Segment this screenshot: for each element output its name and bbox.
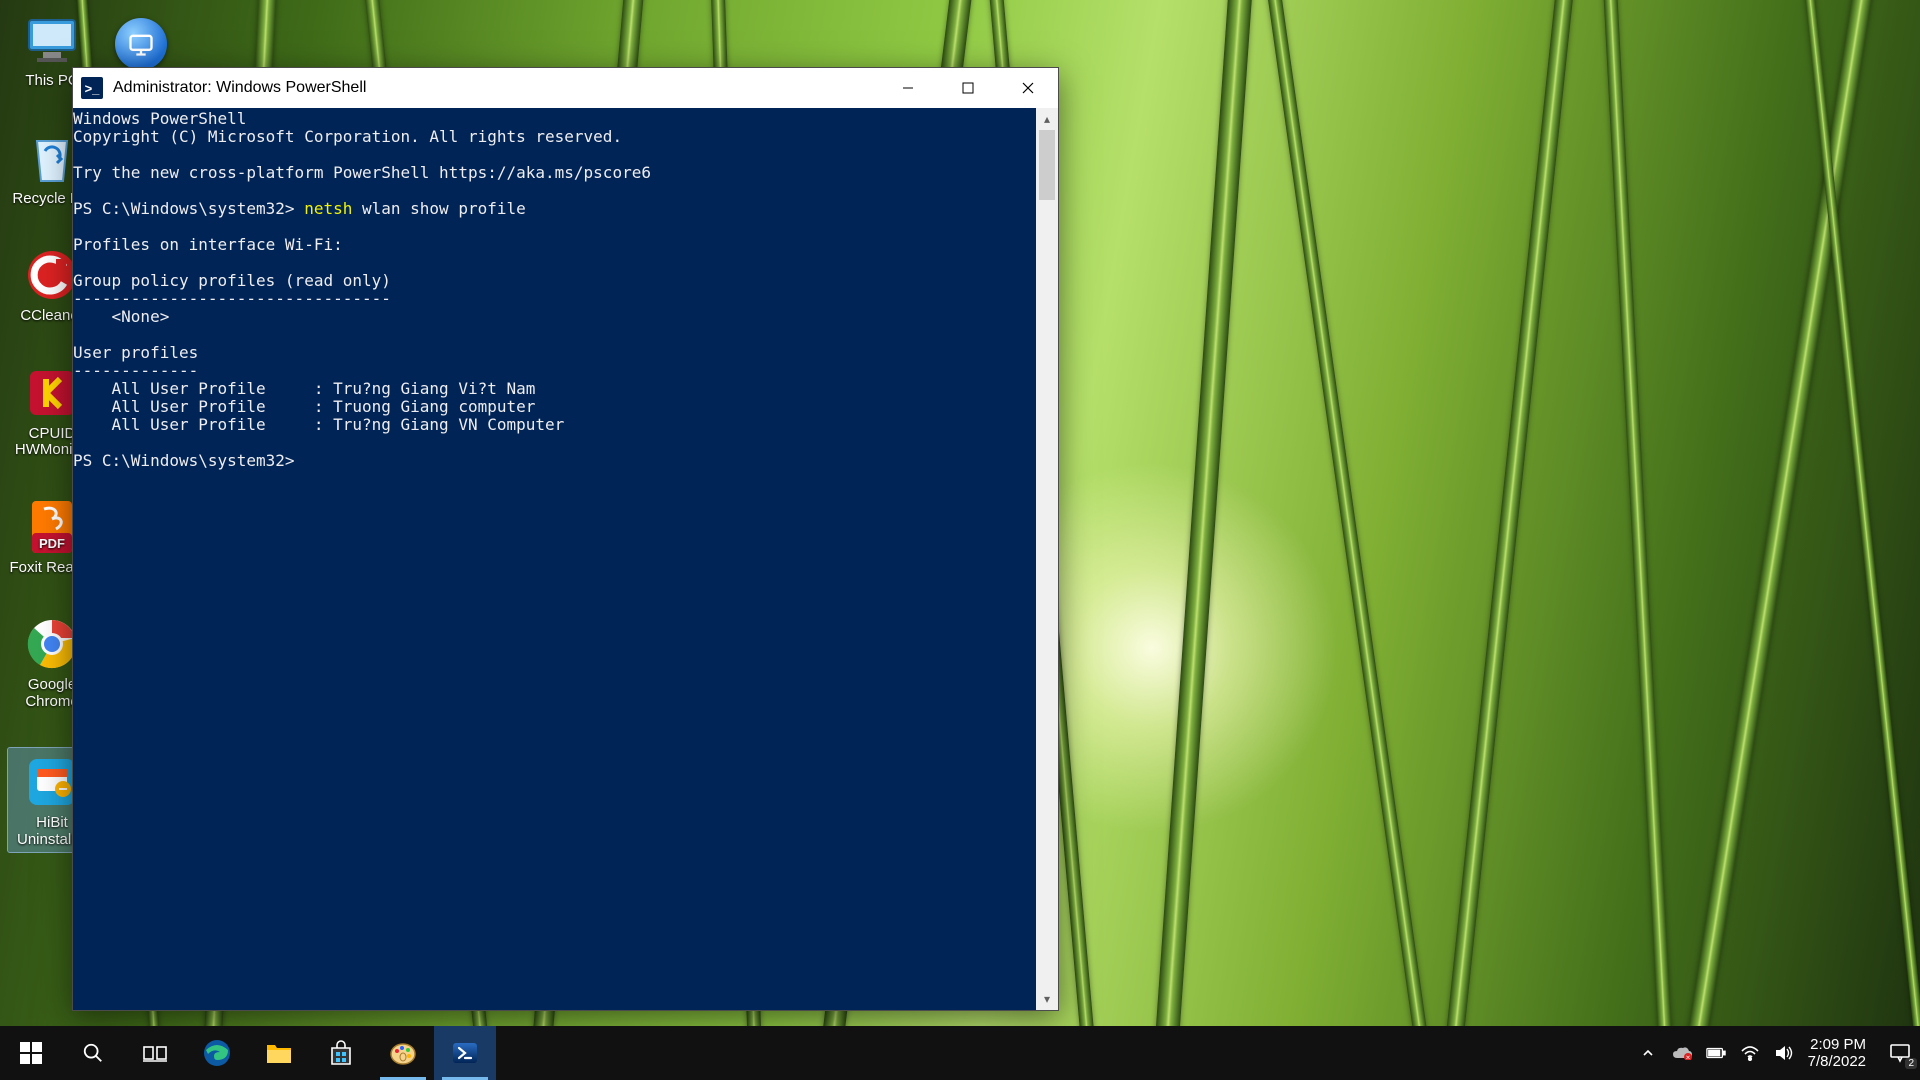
window-title: Administrator: Windows PowerShell bbox=[113, 79, 366, 97]
minimize-button[interactable] bbox=[878, 68, 938, 108]
clock-time: 2:09 PM bbox=[1810, 1036, 1866, 1053]
tray-onedrive-icon[interactable]: ✕ bbox=[1672, 1043, 1692, 1063]
taskbar-app-explorer[interactable] bbox=[248, 1026, 310, 1080]
system-tray: ✕ 2:09 PM 7/8/2022 2 bbox=[1628, 1026, 1920, 1080]
window-titlebar[interactable]: >_ Administrator: Windows PowerShell bbox=[73, 68, 1058, 108]
maximize-button[interactable] bbox=[938, 68, 998, 108]
scroll-up-arrow[interactable]: ▴ bbox=[1036, 108, 1058, 130]
tray-volume-icon[interactable] bbox=[1774, 1043, 1794, 1063]
svg-text:PDF: PDF bbox=[39, 536, 65, 551]
taskbar-app-powershell[interactable] bbox=[434, 1026, 496, 1080]
magnifier-accessibility-icon[interactable] bbox=[115, 18, 167, 70]
powershell-window: >_ Administrator: Windows PowerShell Win… bbox=[72, 67, 1059, 1011]
tray-wifi-icon[interactable] bbox=[1740, 1043, 1760, 1063]
task-view-button[interactable] bbox=[124, 1026, 186, 1080]
svg-text:✕: ✕ bbox=[1685, 1056, 1690, 1061]
clock-date: 7/8/2022 bbox=[1808, 1053, 1866, 1070]
powershell-icon: >_ bbox=[81, 77, 103, 99]
tray-battery-icon[interactable] bbox=[1706, 1043, 1726, 1063]
taskbar-app-edge[interactable] bbox=[186, 1026, 248, 1080]
action-center-button[interactable]: 2 bbox=[1886, 1039, 1914, 1067]
this-pc-icon bbox=[22, 10, 82, 70]
notification-badge: 2 bbox=[1905, 1058, 1917, 1069]
taskbar-app-store[interactable] bbox=[310, 1026, 372, 1080]
taskbar-app-paint[interactable] bbox=[372, 1026, 434, 1080]
taskbar-clock[interactable]: 2:09 PM 7/8/2022 bbox=[1808, 1036, 1872, 1071]
taskbar-spacer bbox=[496, 1026, 1628, 1080]
desktop-icon-label: This PC bbox=[25, 73, 78, 90]
scroll-thumb[interactable] bbox=[1039, 130, 1055, 200]
powershell-console[interactable]: Windows PowerShell Copyright (C) Microso… bbox=[73, 108, 1036, 1010]
scroll-track[interactable] bbox=[1036, 130, 1058, 988]
scroll-down-arrow[interactable]: ▾ bbox=[1036, 988, 1058, 1010]
close-button[interactable] bbox=[998, 68, 1058, 108]
start-button[interactable] bbox=[0, 1026, 62, 1080]
taskbar: ✕ 2:09 PM 7/8/2022 2 bbox=[0, 1026, 1920, 1080]
tray-overflow-chevron-icon[interactable] bbox=[1638, 1043, 1658, 1063]
search-button[interactable] bbox=[62, 1026, 124, 1080]
scrollbar[interactable]: ▴ ▾ bbox=[1036, 108, 1058, 1010]
